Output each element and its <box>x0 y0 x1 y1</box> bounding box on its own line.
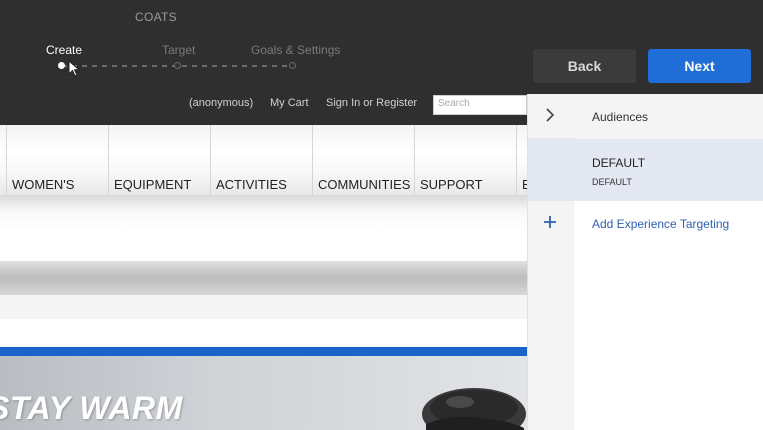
hero-banner[interactable]: STAY WARM <box>0 356 527 430</box>
nav-item-equipment[interactable]: EQUIPMENT <box>108 125 210 195</box>
app-window: COATS Create Target Goals & Settings Bac… <box>0 0 763 430</box>
step-create[interactable]: Create <box>46 43 82 57</box>
plus-icon[interactable] <box>543 215 557 229</box>
step-indicator-goals <box>289 62 296 69</box>
nav-item-womens[interactable]: WOMEN'S <box>6 125 108 195</box>
sign-in-link[interactable]: Sign In or Register <box>326 97 417 109</box>
audiences-row[interactable]: Audiences <box>528 94 763 139</box>
content-band <box>0 195 527 231</box>
step-target[interactable]: Target <box>162 43 195 57</box>
audiences-label: Audiences <box>592 110 649 124</box>
nav-label: SUPPORT <box>420 177 483 192</box>
step-indicator-target <box>174 62 181 69</box>
content-band <box>0 231 527 261</box>
next-button[interactable]: Next <box>648 49 751 83</box>
mouse-cursor-icon <box>68 60 80 77</box>
anonymous-user-label: (anonymous) <box>189 97 254 109</box>
workflow-header: COATS Create Target Goals & Settings Bac… <box>0 0 763 94</box>
hero-headline: STAY WARM <box>0 390 183 426</box>
experience-panel: Audiences DEFAULT DEFAULT Add Experience… <box>527 94 763 430</box>
hero-accent-bar <box>0 347 527 356</box>
step-indicator-create <box>58 62 65 69</box>
nav-item-truncated[interactable]: E <box>516 125 527 195</box>
nav-label: ACTIVITIES <box>216 177 287 192</box>
experience-subtitle: DEFAULT <box>592 177 632 187</box>
back-button[interactable]: Back <box>533 49 636 83</box>
site-search-input[interactable]: Search <box>433 95 527 115</box>
nav-label: EQUIPMENT <box>114 177 192 192</box>
experience-title: DEFAULT <box>592 156 646 170</box>
step-goals-settings[interactable]: Goals & Settings <box>251 43 340 57</box>
add-experience-targeting-link[interactable]: Add Experience Targeting <box>592 217 729 231</box>
activity-name: COATS <box>135 10 177 24</box>
content-band <box>0 261 527 295</box>
nav-label: WOMEN'S <box>12 177 75 192</box>
hero-person-image <box>422 388 526 430</box>
my-cart-link[interactable]: My Cart <box>270 97 309 109</box>
site-nav: WOMEN'S EQUIPMENT ACTIVITIES COMMUNITIES… <box>0 125 527 195</box>
nav-label: COMMUNITIES <box>318 177 411 192</box>
experience-default-row[interactable]: DEFAULT DEFAULT <box>528 139 763 201</box>
site-utility-bar: (anonymous) My Cart Sign In or Register … <box>0 94 527 125</box>
page-preview: (anonymous) My Cart Sign In or Register … <box>0 94 527 430</box>
content-band <box>0 295 527 319</box>
chevron-right-icon[interactable] <box>542 105 558 125</box>
content-band <box>0 319 527 347</box>
nav-item-activities[interactable]: ACTIVITIES <box>210 125 312 195</box>
nav-item-support[interactable]: SUPPORT <box>414 125 516 195</box>
nav-item-communities[interactable]: COMMUNITIES <box>312 125 414 195</box>
add-experience-targeting-row[interactable]: Add Experience Targeting <box>528 201 763 247</box>
